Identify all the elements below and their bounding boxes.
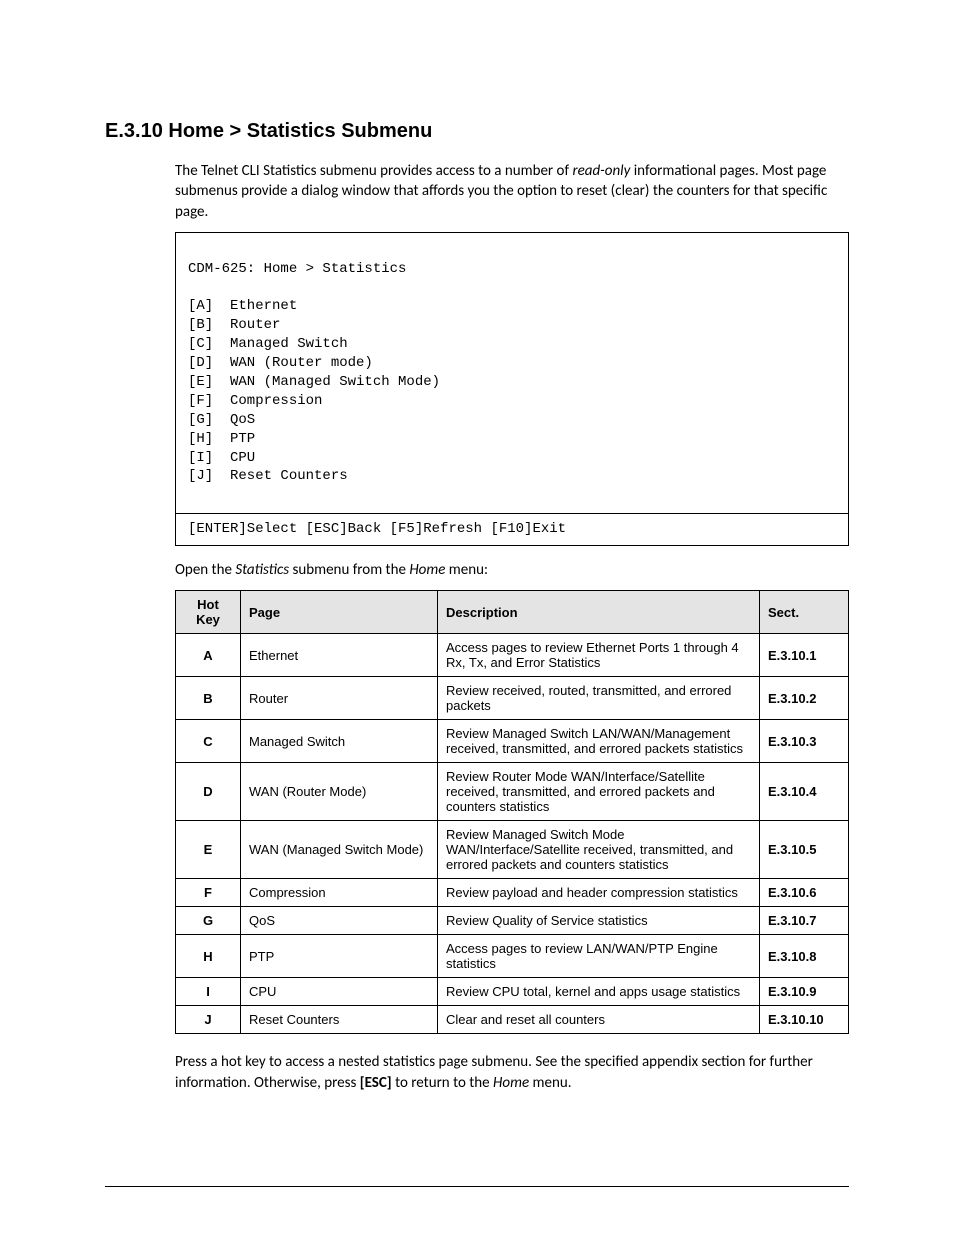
cli-item: [D] WAN (Router mode) <box>188 355 373 371</box>
cell-key: A <box>176 634 241 677</box>
section-heading: E.3.10 Home > Statistics Submenu <box>105 120 849 143</box>
cli-item: [H] PTP <box>188 431 255 447</box>
outro-paragraph: Press a hot key to access a nested stati… <box>175 1052 849 1093</box>
cell-sect: E.3.10.3 <box>760 720 849 763</box>
cell-desc: Review Quality of Service statistics <box>438 907 760 935</box>
cli-item: [A] Ethernet <box>188 298 297 314</box>
cell-key: C <box>176 720 241 763</box>
hotkey-table: Hot Key Page Description Sect. A Etherne… <box>175 590 849 1034</box>
cell-page: Managed Switch <box>241 720 438 763</box>
cell-key: D <box>176 763 241 821</box>
cell-page: CPU <box>241 978 438 1006</box>
cli-item: [G] QoS <box>188 412 255 428</box>
table-row: G QoS Review Quality of Service statisti… <box>176 907 849 935</box>
cell-sect: E.3.10.9 <box>760 978 849 1006</box>
outro-key: [ESC] <box>360 1074 392 1092</box>
open-post: menu: <box>445 561 488 579</box>
cell-key: E <box>176 821 241 879</box>
table-row: C Managed Switch Review Managed Switch L… <box>176 720 849 763</box>
cli-item: [J] Reset Counters <box>188 468 348 484</box>
cell-sect: E.3.10.8 <box>760 935 849 978</box>
outro-post: menu. <box>529 1074 571 1092</box>
outro-em: Home <box>493 1074 529 1092</box>
table-row: I CPU Review CPU total, kernel and apps … <box>176 978 849 1006</box>
table-row: E WAN (Managed Switch Mode) Review Manag… <box>176 821 849 879</box>
th-page: Page <box>241 591 438 634</box>
cell-desc: Access pages to review Ethernet Ports 1 … <box>438 634 760 677</box>
cli-box: CDM-625: Home > Statistics [A] Ethernet … <box>175 232 849 546</box>
cell-key: F <box>176 879 241 907</box>
cli-item: [E] WAN (Managed Switch Mode) <box>188 374 440 390</box>
cell-desc: Review Managed Switch LAN/WAN/Management… <box>438 720 760 763</box>
open-pre: Open the <box>175 561 235 579</box>
cell-page: QoS <box>241 907 438 935</box>
open-line: Open the Statistics submenu from the Hom… <box>175 560 849 580</box>
cli-title: CDM-625: Home > Statistics <box>188 261 406 277</box>
cell-desc: Review Managed Switch Mode WAN/Interface… <box>438 821 760 879</box>
cli-item: [I] CPU <box>188 450 255 466</box>
th-sect: Sect. <box>760 591 849 634</box>
outro-mid: to return to the <box>392 1074 493 1092</box>
table-row: J Reset Counters Clear and reset all cou… <box>176 1006 849 1034</box>
cell-sect: E.3.10.10 <box>760 1006 849 1034</box>
cell-desc: Review CPU total, kernel and apps usage … <box>438 978 760 1006</box>
intro-em: read-only <box>572 162 630 180</box>
cli-footer: [ENTER]Select [ESC]Back [F5]Refresh [F10… <box>188 521 566 537</box>
cell-page: Compression <box>241 879 438 907</box>
body-block: The Telnet CLI Statistics submenu provid… <box>175 161 849 1093</box>
page-footer-rule <box>105 1186 849 1187</box>
cell-key: G <box>176 907 241 935</box>
cell-desc: Review Router Mode WAN/Interface/Satelli… <box>438 763 760 821</box>
cell-page: Router <box>241 677 438 720</box>
cell-sect: E.3.10.1 <box>760 634 849 677</box>
cell-desc: Clear and reset all counters <box>438 1006 760 1034</box>
cell-sect: E.3.10.5 <box>760 821 849 879</box>
cli-item: [F] Compression <box>188 393 322 409</box>
cell-sect: E.3.10.4 <box>760 763 849 821</box>
cell-sect: E.3.10.2 <box>760 677 849 720</box>
cell-page: PTP <box>241 935 438 978</box>
cell-page: Reset Counters <box>241 1006 438 1034</box>
cli-divider <box>176 513 848 514</box>
table-row: F Compression Review payload and header … <box>176 879 849 907</box>
open-em2: Home <box>409 561 445 579</box>
cli-item: [B] Router <box>188 317 280 333</box>
table-row: H PTP Access pages to review LAN/WAN/PTP… <box>176 935 849 978</box>
cell-desc: Review received, routed, transmitted, an… <box>438 677 760 720</box>
intro-pre: The Telnet CLI Statistics submenu provid… <box>175 162 572 180</box>
cli-item: [C] Managed Switch <box>188 336 348 352</box>
table-row: B Router Review received, routed, transm… <box>176 677 849 720</box>
cell-key: B <box>176 677 241 720</box>
cell-key: I <box>176 978 241 1006</box>
open-em1: Statistics <box>235 561 289 579</box>
cell-key: H <box>176 935 241 978</box>
cell-page: WAN (Router Mode) <box>241 763 438 821</box>
cell-page: WAN (Managed Switch Mode) <box>241 821 438 879</box>
cell-sect: E.3.10.7 <box>760 907 849 935</box>
th-description: Description <box>438 591 760 634</box>
table-header-row: Hot Key Page Description Sect. <box>176 591 849 634</box>
cell-page: Ethernet <box>241 634 438 677</box>
table-row: D WAN (Router Mode) Review Router Mode W… <box>176 763 849 821</box>
cell-key: J <box>176 1006 241 1034</box>
intro-paragraph: The Telnet CLI Statistics submenu provid… <box>175 161 849 222</box>
cell-sect: E.3.10.6 <box>760 879 849 907</box>
table-body: A Ethernet Access pages to review Ethern… <box>176 634 849 1034</box>
table-row: A Ethernet Access pages to review Ethern… <box>176 634 849 677</box>
cell-desc: Review payload and header compression st… <box>438 879 760 907</box>
page: E.3.10 Home > Statistics Submenu The Tel… <box>0 0 954 1235</box>
open-mid: submenu from the <box>289 561 409 579</box>
cell-desc: Access pages to review LAN/WAN/PTP Engin… <box>438 935 760 978</box>
th-hotkey: Hot Key <box>176 591 241 634</box>
